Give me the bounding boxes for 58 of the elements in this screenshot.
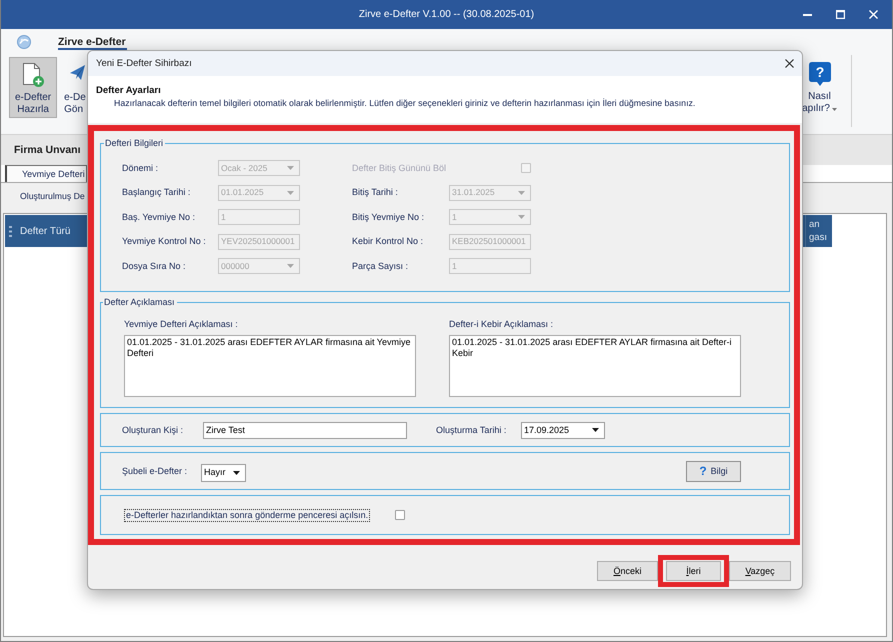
- list-label: Oluşturulmuş De: [20, 191, 85, 201]
- text-field[interactable]: Zirve Test: [203, 422, 407, 438]
- caret-icon: [233, 470, 240, 474]
- ribbon-button[interactable]: e-De Gön: [63, 57, 87, 118]
- caret-icon: [287, 264, 294, 268]
- section-heading: Defter Ayarları: [96, 85, 162, 96]
- column-header[interactable]: an gası: [805, 215, 832, 247]
- checkbox-label: Defter Bitiş Gününü Böl: [352, 162, 446, 174]
- dialog-title: Yeni E-Defter Sihirbazı: [96, 58, 192, 69]
- field-label: Oluşturan Kişi :: [122, 424, 184, 436]
- checkbox[interactable]: [395, 510, 406, 520]
- dialog-button[interactable]: Vazgeç: [729, 561, 791, 581]
- help-icon: ?: [808, 62, 830, 86]
- help-button[interactable]: ? Nasıl apılır?: [802, 57, 837, 118]
- group-title: Defteri Bilgileri: [104, 138, 164, 149]
- field-label: Yevmiye Defteri Açıklaması :: [124, 319, 239, 330]
- dialog-button[interactable]: Önceki: [597, 561, 658, 581]
- field-label: Şubeli e-Defter :: [122, 466, 188, 476]
- caret-icon: [287, 190, 294, 194]
- info-button[interactable]: ? Bilgi: [686, 460, 741, 482]
- checkbox-label[interactable]: e-Defterler hazırlandıktan sonra gönderme penceresi açılsın.: [124, 508, 370, 522]
- field-label: Bitiş Yevmiye No :: [352, 210, 426, 224]
- dialog-button[interactable]: İleri: [666, 561, 721, 581]
- window-title: Zirve e-Defter V.1.00 -- (30.08.2025-01): [358, 9, 536, 20]
- description-field[interactable]: 01.01.2025 - 31.01.2025 arası EDEFTER AYLAR firmasına ait Defter-i Kebir: [449, 335, 741, 397]
- close-icon: [869, 10, 878, 19]
- caret-icon: [518, 215, 525, 219]
- description-field[interactable]: 01.01.2025 - 31.01.2025 arası EDEFTER AYLAR firmasına ait Yevmiye Defteri: [124, 335, 416, 397]
- field-label: Bitiş Tarihi :: [352, 186, 399, 199]
- document-plus-icon: [22, 63, 44, 87]
- question-mark-icon: ?: [699, 465, 707, 477]
- field-label: Baş. Yevmiye No :: [122, 210, 196, 224]
- close-button[interactable]: [785, 59, 794, 68]
- paper-plane-icon: [70, 65, 86, 80]
- caret-icon: [592, 428, 599, 432]
- dropdown-field[interactable]: 17.09.2025: [521, 422, 605, 438]
- caret-icon: [832, 108, 837, 110]
- group-title: Defter Açıklaması: [103, 297, 176, 308]
- company-label: Firma Unvanı: [14, 144, 81, 156]
- field-label: Oluşturma Tarihi :: [436, 424, 508, 436]
- tab[interactable]: Yevmiye Defteri: [5, 165, 87, 182]
- field-label: Yevmiye Kontrol No :: [122, 235, 207, 248]
- field-label: Dosya Sıra No :: [122, 260, 187, 273]
- caret-icon: [518, 190, 525, 194]
- minimize-icon: [803, 14, 812, 16]
- round-logo-icon: [17, 35, 31, 49]
- instruction-text: Hazırlanacak defterin temel bilgileri otomatik olarak belirlenmiştir. Lütfen diğer seçenekleri giriniz ve defterin hazırlanması için İleri düğmesine basınız.: [113, 98, 696, 109]
- maximize-icon: [836, 10, 845, 19]
- field-label: Kebir Kontrol No :: [352, 235, 424, 248]
- field-label: Parça Sayısı :: [352, 260, 410, 273]
- grip-icon: [9, 226, 12, 236]
- dropdown-field[interactable]: Hayır: [201, 464, 246, 482]
- field-label: Başlangıç Tarihi :: [122, 186, 192, 199]
- field-label: Dönemi :: [122, 162, 160, 174]
- column-header[interactable]: Defter Türü: [5, 215, 70, 247]
- ribbon-button[interactable]: e-Defter Hazırla: [9, 57, 58, 118]
- field-label: Defter-i Kebir Açıklaması :: [449, 319, 554, 330]
- close-icon: [785, 59, 794, 68]
